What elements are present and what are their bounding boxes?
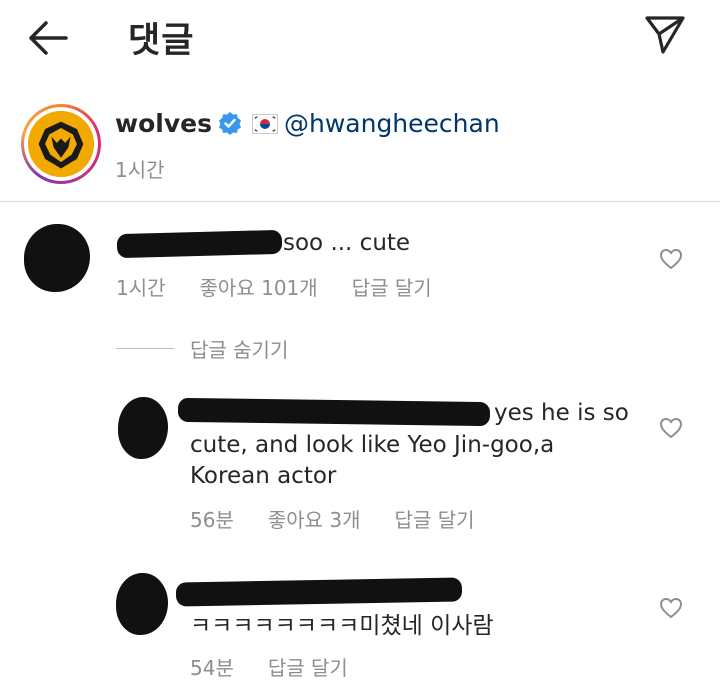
post-mention-link[interactable]: @hwangheechan [284, 109, 500, 138]
hide-replies-label: 답글 숨기기 [190, 337, 289, 362]
heart-icon[interactable] [659, 248, 683, 270]
redacted-avatar [24, 224, 90, 292]
wolves-logo-icon [28, 111, 94, 177]
korea-flag-icon [251, 114, 278, 134]
verified-badge-icon [218, 112, 241, 135]
reply-meta: 56분 좋아요 3개 답글 달기 [190, 504, 509, 533]
reply-timestamp: 56분 [190, 508, 234, 532]
post-timestamp: 1시간 [115, 158, 165, 182]
reply-button[interactable]: 답글 달기 [352, 276, 432, 300]
top-bar: 댓글 [0, 0, 720, 80]
comment-likes[interactable]: 좋아요 101개 [200, 276, 318, 300]
reply-button[interactable]: 답글 달기 [268, 656, 348, 680]
post-caption: wolves @hwangheechan 1시간 [0, 96, 720, 200]
redacted-avatar [118, 397, 168, 459]
reply-meta: 54분 답글 달기 [190, 652, 382, 681]
send-icon[interactable] [644, 14, 686, 56]
redacted-avatar [116, 573, 168, 635]
back-arrow-icon[interactable] [26, 18, 70, 58]
comment-meta: 1시간 좋아요 101개 답글 달기 [116, 272, 466, 301]
redacted-username [177, 397, 491, 427]
heart-icon[interactable] [659, 597, 683, 619]
reply-likes[interactable]: 좋아요 3개 [268, 508, 361, 532]
post-author-avatar[interactable] [21, 104, 101, 184]
heart-icon[interactable] [659, 417, 683, 439]
comment-text: soo ... cute [283, 230, 411, 256]
divider [0, 201, 720, 202]
reply-timestamp: 54분 [190, 656, 234, 680]
post-caption-text: wolves @hwangheechan [115, 109, 500, 138]
post-username[interactable]: wolves [115, 109, 212, 138]
reply-text-line: Korean actor [190, 463, 337, 489]
page-title: 댓글 [128, 21, 195, 61]
reply-button[interactable]: 답글 달기 [395, 508, 475, 532]
reply-text-line: yes he is so [494, 400, 629, 426]
comment-timestamp: 1시간 [116, 276, 166, 300]
hide-replies-toggle[interactable]: 답글 숨기기 [116, 333, 288, 363]
reply-text-line: cute, and look like Yeo Jin-goo,a [190, 432, 555, 458]
redacted-username [116, 229, 283, 259]
reply-text: ㅋㅋㅋㅋㅋㅋㅋㅋ미쳤네 이사람 [190, 613, 494, 639]
redacted-username [175, 577, 463, 607]
hide-replies-line [116, 347, 174, 349]
